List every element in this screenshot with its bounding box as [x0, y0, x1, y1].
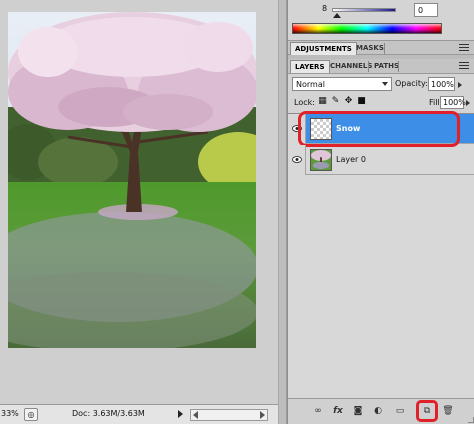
color-slider[interactable]: [332, 8, 396, 12]
layers-panel: Normal Opacity: 100% Lock: ▦ ✎ ✥ ■ Fill:…: [288, 74, 474, 424]
layer-thumbnail: [310, 149, 332, 171]
fill-input[interactable]: 100%: [440, 96, 466, 109]
tab-layers[interactable]: LAYERS: [290, 60, 330, 73]
status-bar: 33% ◎ Doc: 3.63M/3.63M: [0, 404, 278, 424]
link-layers-icon[interactable]: ∞: [312, 405, 324, 417]
scroll-right-icon[interactable]: [260, 411, 265, 419]
slider-tick-label: 8: [322, 4, 328, 13]
layers-tab-bar: LAYERS CHANNELS PATHS: [288, 59, 474, 74]
horizontal-scrollbar[interactable]: [190, 409, 268, 421]
fill-slider-arrow-icon[interactable]: [466, 100, 470, 106]
eye-icon: [292, 156, 302, 163]
document-canvas[interactable]: [0, 0, 278, 404]
tab-adjustments[interactable]: ADJUSTMENTS: [290, 42, 357, 55]
doc-size: Doc: 3.63M/3.63M: [72, 409, 145, 418]
layer-name[interactable]: Layer 0: [336, 155, 366, 164]
tab-divider: [398, 61, 399, 72]
tab-divider: [384, 43, 385, 54]
opacity-slider-arrow-icon[interactable]: [458, 82, 462, 88]
layer-list: Snow Layer 0: [288, 111, 474, 403]
delete-layer-icon[interactable]: 🗑: [442, 405, 454, 417]
blend-mode-select[interactable]: Normal: [292, 77, 392, 91]
layers-panel-menu-icon[interactable]: [459, 62, 469, 70]
scroll-left-icon[interactable]: [193, 411, 198, 419]
layer-style-icon[interactable]: fx: [332, 405, 344, 417]
layers-bottom-toolbar: ∞ fx ◙ ◐ ▭ ⧉ 🗑: [288, 398, 474, 424]
new-layer-icon[interactable]: ⧉: [421, 405, 433, 417]
status-menu-icon[interactable]: ◎: [24, 408, 38, 421]
zoom-level[interactable]: 33%: [1, 409, 21, 421]
lock-all-icon[interactable]: ■: [357, 96, 366, 106]
opacity-input[interactable]: 100%: [428, 77, 455, 91]
lock-image-icon[interactable]: ✎: [331, 96, 340, 106]
layer-row-layer-0[interactable]: Layer 0: [288, 145, 474, 175]
lock-transparency-icon[interactable]: ▦: [318, 96, 327, 106]
panel-menu-icon[interactable]: [459, 44, 469, 52]
add-mask-icon[interactable]: ◙: [352, 405, 364, 417]
blend-mode-value: Normal: [296, 80, 325, 89]
new-group-icon[interactable]: ▭: [394, 405, 406, 417]
chevron-down-icon: [382, 82, 388, 86]
lock-position-icon[interactable]: ✥: [344, 96, 353, 106]
photo-cherry-tree: [8, 12, 256, 348]
adjustments-tab-bar: ADJUSTMENTS MASKS: [288, 40, 474, 55]
color-slider-value[interactable]: 0: [414, 3, 438, 17]
adjustment-layer-icon[interactable]: ◐: [372, 405, 384, 417]
resize-grip-icon[interactable]: [468, 417, 474, 423]
tab-divider: [368, 61, 369, 72]
color-spectrum-ramp[interactable]: [292, 23, 442, 34]
visibility-toggle[interactable]: [288, 145, 306, 175]
highlight-annotation: [298, 111, 460, 147]
lock-label: Lock:: [294, 98, 315, 107]
color-panel: 8 0: [288, 0, 474, 40]
right-panel-dock: 8 0 ADJUSTMENTS MASKS LAYERS CHANNELS PA…: [287, 0, 474, 424]
tab-masks[interactable]: MASKS: [352, 42, 388, 55]
panel-gutter[interactable]: [278, 0, 287, 424]
status-arrow-icon[interactable]: [178, 410, 183, 418]
layer-row-snow[interactable]: Snow: [288, 111, 474, 147]
opacity-label: Opacity:: [395, 79, 428, 88]
slider-thumb-icon[interactable]: [333, 13, 341, 18]
